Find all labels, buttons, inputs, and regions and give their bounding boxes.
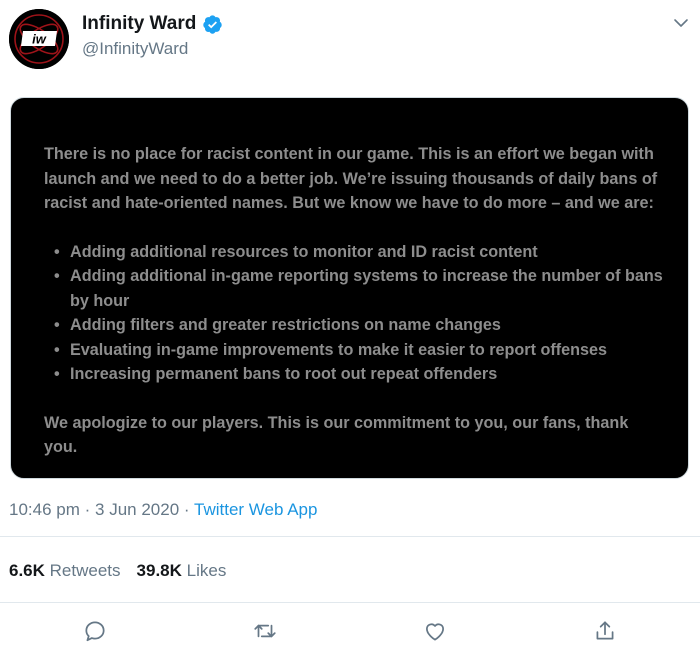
- likes-stat[interactable]: 39.8K Likes: [137, 561, 227, 581]
- user-handle[interactable]: @InfinityWard: [82, 39, 188, 59]
- likes-label: Likes: [186, 561, 227, 580]
- retweets-count: 6.6K: [9, 561, 45, 580]
- tweet-source-link[interactable]: Twitter Web App: [194, 500, 317, 519]
- retweets-label: Retweets: [49, 561, 121, 580]
- statement-bullet-list: Adding additional resources to monitor a…: [44, 240, 664, 387]
- divider: [0, 536, 700, 537]
- statement-intro: There is no place for racist content in …: [44, 145, 658, 212]
- share-icon[interactable]: [592, 618, 618, 644]
- display-name[interactable]: Infinity Ward: [82, 13, 196, 35]
- meta-separator: ·: [183, 500, 190, 519]
- tweet-actions: [0, 614, 700, 648]
- tweet-meta: 10:46 pm · 3 Jun 2020 · Twitter Web App: [9, 500, 317, 520]
- infinity-ward-logo-icon[interactable]: iw: [9, 9, 69, 69]
- statement-bullet: Adding filters and greater restrictions …: [44, 313, 664, 338]
- statement-bullet: Evaluating in-game improvements to make …: [44, 338, 664, 363]
- tweet-time[interactable]: 10:46 pm: [9, 500, 80, 519]
- statement-bullet: Increasing permanent bans to root out re…: [44, 362, 664, 387]
- tweet-stats: 6.6K Retweets 39.8K Likes: [9, 561, 226, 581]
- verified-badge-icon: [202, 14, 223, 35]
- svg-text:iw: iw: [32, 32, 47, 47]
- meta-separator: ·: [84, 500, 91, 519]
- statement-bullet: Adding additional in-game reporting syst…: [44, 264, 664, 313]
- tweet-date[interactable]: 3 Jun 2020: [95, 500, 179, 519]
- statement-outro: We apologize to our players. This is our…: [44, 413, 629, 457]
- like-icon[interactable]: [422, 618, 448, 644]
- retweet-icon[interactable]: [252, 618, 278, 644]
- likes-count: 39.8K: [136, 561, 182, 580]
- divider: [0, 602, 700, 603]
- tweet-image[interactable]: There is no place for racist content in …: [10, 97, 689, 479]
- tweet-header: iw Infinity Ward @InfinityWard: [0, 0, 700, 90]
- reply-icon[interactable]: [82, 618, 108, 644]
- image-statement-text: There is no place for racist content in …: [44, 142, 664, 460]
- statement-bullet: Adding additional resources to monitor a…: [44, 240, 664, 265]
- chevron-down-icon[interactable]: [672, 14, 690, 32]
- retweets-stat[interactable]: 6.6K Retweets: [9, 561, 121, 581]
